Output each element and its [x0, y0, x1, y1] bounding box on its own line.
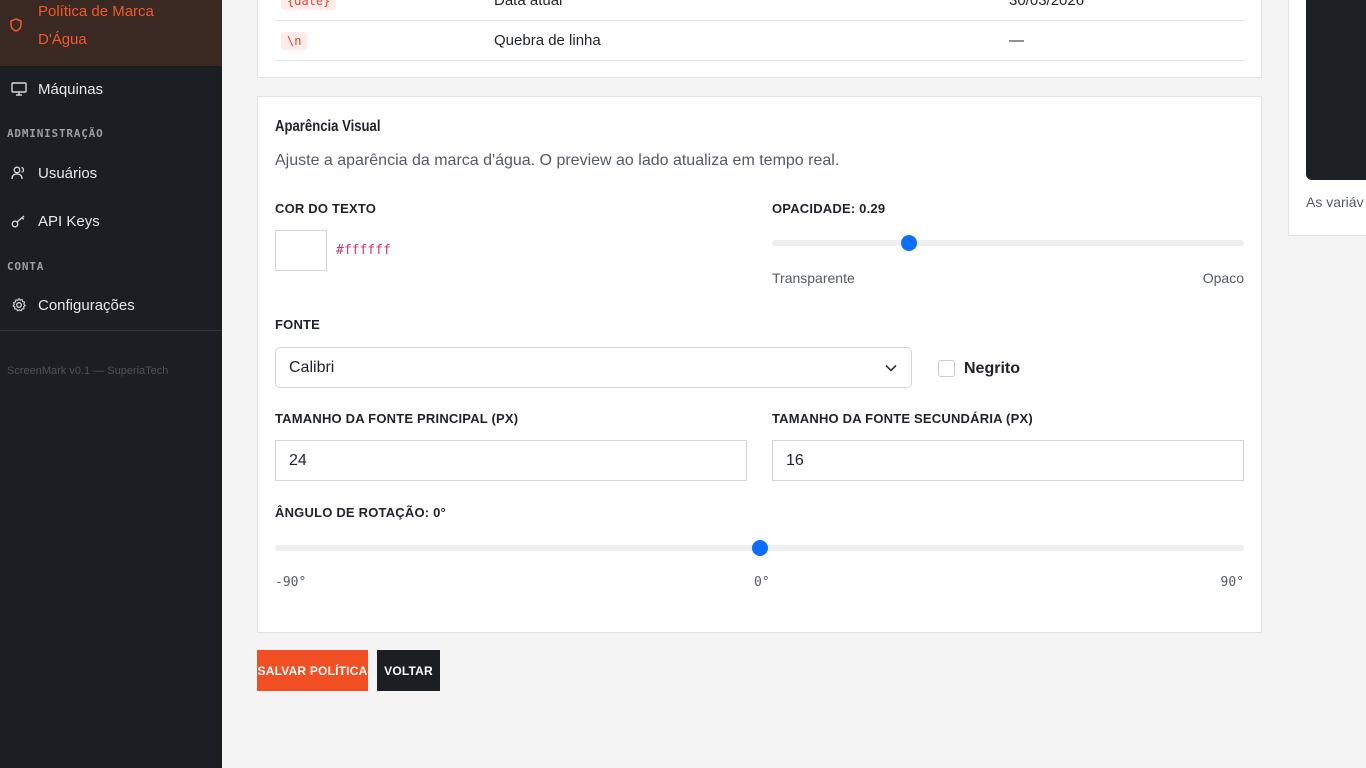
sidebar-item-users[interactable]: Usuários: [0, 158, 222, 188]
opacity-min-label: Transparente: [772, 270, 855, 286]
secondary-font-size-value: 16: [786, 451, 804, 469]
rotation-min-label: -90°: [275, 575, 307, 590]
sidebar-item-label: API Keys: [38, 212, 100, 230]
rotation-slider-thumb[interactable]: [751, 540, 768, 556]
table-row: \n Quebra de linha —: [275, 21, 1245, 61]
main-font-size-input[interactable]: 24: [275, 440, 747, 481]
variables-card: {date} Data atual 30/03/2026 \n Quebra d…: [257, 0, 1262, 78]
preview-note: As variáv: [1306, 194, 1364, 210]
opacity-max-label: Opaco: [1202, 270, 1244, 286]
opacity-slider-thumb[interactable]: [900, 235, 917, 251]
font-label: FONTE: [275, 317, 321, 332]
color-picker[interactable]: [275, 230, 327, 271]
variable-description: Data atual: [494, 0, 563, 9]
bold-checkbox[interactable]: [938, 360, 955, 377]
variable-code: {date}: [281, 0, 337, 10]
back-button[interactable]: VOLTAR: [377, 650, 440, 691]
variable-example: —: [1009, 32, 1024, 49]
sidebar-item-label: Máquinas: [38, 80, 104, 98]
monitor-icon: [10, 80, 28, 98]
sidebar-item-watermark-policy[interactable]: Política de Marca D'Água: [0, 0, 222, 66]
variable-description: Quebra de linha: [494, 32, 601, 49]
secondary-font-size-label: TAMANHO DA FONTE SECUNDÁRIA (PX): [772, 411, 1033, 426]
visual-appearance-card: Aparência Visual Ajuste a aparência da m…: [257, 96, 1262, 633]
rotation-label: ÂNGULO DE ROTAÇÃO: 0°: [275, 505, 446, 520]
variable-code: \n: [281, 31, 308, 50]
key-icon: [10, 212, 28, 230]
sidebar-footer: ScreenMark v0.1 — SuperiaTech: [7, 365, 169, 377]
table-row: {date} Data atual 30/03/2026: [275, 0, 1245, 21]
color-hex-value: #ffffff: [336, 243, 391, 258]
rotation-mid-label: 0°: [754, 575, 770, 590]
preview-card: As variáv: [1288, 0, 1366, 236]
main-font-size-label: TAMANHO DA FONTE PRINCIPAL (PX): [275, 411, 519, 426]
secondary-font-size-input[interactable]: 16: [772, 440, 1244, 481]
watermark-preview: [1306, 0, 1366, 180]
chevron-down-icon: [885, 360, 897, 375]
bold-checkbox-label[interactable]: Negrito: [964, 360, 1020, 378]
sidebar-item-machines[interactable]: Máquinas: [0, 74, 222, 104]
gear-icon: [10, 296, 28, 314]
save-policy-button[interactable]: SALVAR POLÍTICA: [257, 650, 368, 691]
sidebar-item-label: Política de Marca D'Água: [38, 3, 154, 48]
users-icon: [10, 164, 28, 182]
sidebar-divider: [0, 330, 222, 331]
section-label-account: CONTA: [7, 260, 45, 273]
opacity-slider-track[interactable]: [772, 240, 1244, 246]
shield-icon: [10, 18, 28, 35]
main-content: {date} Data atual 30/03/2026 \n Quebra d…: [222, 0, 1366, 768]
font-select[interactable]: Calibri: [275, 347, 912, 388]
font-select-value: Calibri: [289, 358, 335, 376]
text-color-label: COR DO TEXTO: [275, 201, 377, 216]
sidebar-item-settings[interactable]: Configurações: [0, 290, 222, 320]
rotation-max-label: 90°: [1220, 575, 1244, 590]
main-font-size-value: 24: [289, 451, 307, 469]
sidebar-item-label: Configurações: [38, 296, 135, 314]
sidebar-item-label: Usuários: [38, 164, 98, 182]
opacity-label: OPACIDADE: 0.29: [772, 201, 886, 216]
card-description: Ajuste a aparência da marca d'água. O pr…: [275, 152, 840, 169]
card-title: Aparência Visual: [275, 118, 381, 135]
sidebar-item-api-keys[interactable]: API Keys: [0, 206, 222, 236]
variable-example: 30/03/2026: [1009, 0, 1085, 9]
section-label-admin: ADMINISTRAÇÃO: [7, 127, 104, 140]
sidebar: Política de Marca D'Água Máquinas ADMINI…: [0, 0, 222, 768]
